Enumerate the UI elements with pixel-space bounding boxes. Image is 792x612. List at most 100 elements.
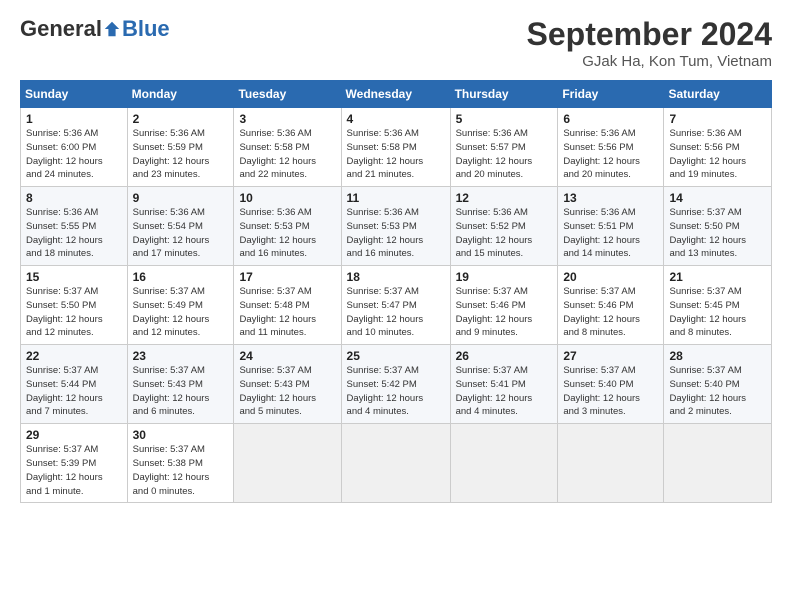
day-number: 13 (563, 191, 658, 205)
month-title: September 2024 (527, 16, 772, 53)
day-cell: 11Sunrise: 5:36 AM Sunset: 5:53 PM Dayli… (341, 187, 450, 266)
day-number: 23 (133, 349, 229, 363)
day-info: Sunrise: 5:37 AM Sunset: 5:38 PM Dayligh… (133, 443, 229, 498)
day-number: 15 (26, 270, 122, 284)
day-number: 6 (563, 112, 658, 126)
day-number: 20 (563, 270, 658, 284)
day-cell: 27Sunrise: 5:37 AM Sunset: 5:40 PM Dayli… (558, 345, 664, 424)
day-cell: 3Sunrise: 5:36 AM Sunset: 5:58 PM Daylig… (234, 108, 341, 187)
logo-icon (103, 20, 121, 38)
day-info: Sunrise: 5:36 AM Sunset: 5:56 PM Dayligh… (563, 127, 658, 182)
day-cell (234, 424, 341, 503)
day-info: Sunrise: 5:36 AM Sunset: 5:54 PM Dayligh… (133, 206, 229, 261)
day-info: Sunrise: 5:37 AM Sunset: 5:49 PM Dayligh… (133, 285, 229, 340)
day-cell: 24Sunrise: 5:37 AM Sunset: 5:43 PM Dayli… (234, 345, 341, 424)
day-number: 26 (456, 349, 553, 363)
day-info: Sunrise: 5:37 AM Sunset: 5:45 PM Dayligh… (669, 285, 766, 340)
day-number: 11 (347, 191, 445, 205)
day-number: 7 (669, 112, 766, 126)
day-number: 28 (669, 349, 766, 363)
day-info: Sunrise: 5:37 AM Sunset: 5:41 PM Dayligh… (456, 364, 553, 419)
day-info: Sunrise: 5:37 AM Sunset: 5:40 PM Dayligh… (563, 364, 658, 419)
day-number: 3 (239, 112, 335, 126)
day-cell: 2Sunrise: 5:36 AM Sunset: 5:59 PM Daylig… (127, 108, 234, 187)
day-number: 18 (347, 270, 445, 284)
day-cell: 25Sunrise: 5:37 AM Sunset: 5:42 PM Dayli… (341, 345, 450, 424)
day-number: 17 (239, 270, 335, 284)
day-number: 5 (456, 112, 553, 126)
day-number: 24 (239, 349, 335, 363)
day-cell: 9Sunrise: 5:36 AM Sunset: 5:54 PM Daylig… (127, 187, 234, 266)
day-number: 8 (26, 191, 122, 205)
logo-general: General (20, 16, 102, 42)
day-cell: 4Sunrise: 5:36 AM Sunset: 5:58 PM Daylig… (341, 108, 450, 187)
day-info: Sunrise: 5:37 AM Sunset: 5:40 PM Dayligh… (669, 364, 766, 419)
day-cell: 30Sunrise: 5:37 AM Sunset: 5:38 PM Dayli… (127, 424, 234, 503)
header-row: SundayMondayTuesdayWednesdayThursdayFrid… (21, 81, 772, 108)
day-number: 4 (347, 112, 445, 126)
col-saturday: Saturday (664, 81, 772, 108)
day-info: Sunrise: 5:36 AM Sunset: 5:51 PM Dayligh… (563, 206, 658, 261)
day-number: 21 (669, 270, 766, 284)
day-info: Sunrise: 5:37 AM Sunset: 5:50 PM Dayligh… (26, 285, 122, 340)
day-info: Sunrise: 5:36 AM Sunset: 5:55 PM Dayligh… (26, 206, 122, 261)
day-number: 9 (133, 191, 229, 205)
day-info: Sunrise: 5:37 AM Sunset: 5:48 PM Dayligh… (239, 285, 335, 340)
day-cell: 19Sunrise: 5:37 AM Sunset: 5:46 PM Dayli… (450, 266, 558, 345)
day-info: Sunrise: 5:36 AM Sunset: 5:56 PM Dayligh… (669, 127, 766, 182)
week-row-2: 8Sunrise: 5:36 AM Sunset: 5:55 PM Daylig… (21, 187, 772, 266)
day-cell: 20Sunrise: 5:37 AM Sunset: 5:46 PM Dayli… (558, 266, 664, 345)
col-sunday: Sunday (21, 81, 128, 108)
day-number: 14 (669, 191, 766, 205)
calendar-table: SundayMondayTuesdayWednesdayThursdayFrid… (20, 80, 772, 503)
day-cell: 29Sunrise: 5:37 AM Sunset: 5:39 PM Dayli… (21, 424, 128, 503)
day-cell: 21Sunrise: 5:37 AM Sunset: 5:45 PM Dayli… (664, 266, 772, 345)
day-cell: 10Sunrise: 5:36 AM Sunset: 5:53 PM Dayli… (234, 187, 341, 266)
day-info: Sunrise: 5:37 AM Sunset: 5:47 PM Dayligh… (347, 285, 445, 340)
day-number: 19 (456, 270, 553, 284)
day-number: 1 (26, 112, 122, 126)
day-cell (450, 424, 558, 503)
day-number: 25 (347, 349, 445, 363)
day-cell (341, 424, 450, 503)
day-info: Sunrise: 5:36 AM Sunset: 6:00 PM Dayligh… (26, 127, 122, 182)
day-number: 22 (26, 349, 122, 363)
day-info: Sunrise: 5:37 AM Sunset: 5:46 PM Dayligh… (456, 285, 553, 340)
day-cell: 16Sunrise: 5:37 AM Sunset: 5:49 PM Dayli… (127, 266, 234, 345)
logo-text: General Blue (20, 16, 170, 42)
day-cell: 18Sunrise: 5:37 AM Sunset: 5:47 PM Dayli… (341, 266, 450, 345)
week-row-3: 15Sunrise: 5:37 AM Sunset: 5:50 PM Dayli… (21, 266, 772, 345)
logo: General Blue (20, 16, 170, 42)
day-info: Sunrise: 5:37 AM Sunset: 5:43 PM Dayligh… (239, 364, 335, 419)
header: General Blue September 2024 GJak Ha, Kon… (20, 16, 772, 70)
day-info: Sunrise: 5:36 AM Sunset: 5:58 PM Dayligh… (347, 127, 445, 182)
logo-blue: Blue (122, 16, 170, 42)
col-wednesday: Wednesday (341, 81, 450, 108)
day-number: 29 (26, 428, 122, 442)
day-info: Sunrise: 5:37 AM Sunset: 5:43 PM Dayligh… (133, 364, 229, 419)
day-number: 2 (133, 112, 229, 126)
week-row-1: 1Sunrise: 5:36 AM Sunset: 6:00 PM Daylig… (21, 108, 772, 187)
page: General Blue September 2024 GJak Ha, Kon… (0, 0, 792, 612)
day-cell: 26Sunrise: 5:37 AM Sunset: 5:41 PM Dayli… (450, 345, 558, 424)
col-friday: Friday (558, 81, 664, 108)
day-number: 10 (239, 191, 335, 205)
day-info: Sunrise: 5:36 AM Sunset: 5:57 PM Dayligh… (456, 127, 553, 182)
day-number: 12 (456, 191, 553, 205)
day-number: 30 (133, 428, 229, 442)
day-info: Sunrise: 5:36 AM Sunset: 5:52 PM Dayligh… (456, 206, 553, 261)
day-cell: 28Sunrise: 5:37 AM Sunset: 5:40 PM Dayli… (664, 345, 772, 424)
day-info: Sunrise: 5:36 AM Sunset: 5:58 PM Dayligh… (239, 127, 335, 182)
day-cell: 17Sunrise: 5:37 AM Sunset: 5:48 PM Dayli… (234, 266, 341, 345)
day-info: Sunrise: 5:37 AM Sunset: 5:46 PM Dayligh… (563, 285, 658, 340)
day-cell: 6Sunrise: 5:36 AM Sunset: 5:56 PM Daylig… (558, 108, 664, 187)
day-cell: 8Sunrise: 5:36 AM Sunset: 5:55 PM Daylig… (21, 187, 128, 266)
day-info: Sunrise: 5:37 AM Sunset: 5:44 PM Dayligh… (26, 364, 122, 419)
day-cell: 5Sunrise: 5:36 AM Sunset: 5:57 PM Daylig… (450, 108, 558, 187)
col-thursday: Thursday (450, 81, 558, 108)
day-cell: 7Sunrise: 5:36 AM Sunset: 5:56 PM Daylig… (664, 108, 772, 187)
day-number: 27 (563, 349, 658, 363)
day-cell (664, 424, 772, 503)
day-cell: 22Sunrise: 5:37 AM Sunset: 5:44 PM Dayli… (21, 345, 128, 424)
day-number: 16 (133, 270, 229, 284)
